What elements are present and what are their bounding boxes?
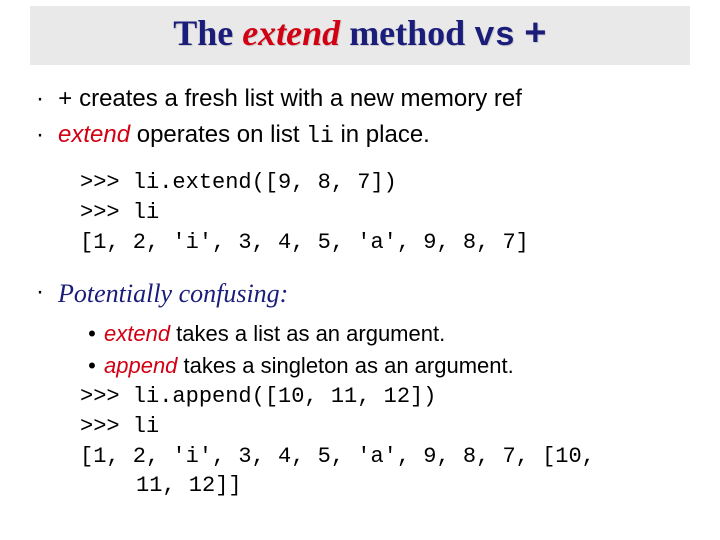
sub-bullet-dot: • [80,319,104,349]
extend-keyword: extend [58,121,130,148]
code-line-continuation: 11, 12]] [80,473,242,498]
sub-bullet-1-rest: takes a list as an argument. [170,321,445,346]
slide-body: · + creates a fresh list with a new memo… [30,65,690,501]
sub-bullet-1-text: extend takes a list as an argument. [104,319,684,349]
potentially-confusing: Potentially confusing: [58,279,288,308]
plus-code: + [58,87,72,114]
bullet-3-text: Potentially confusing: [58,276,684,311]
code-line: >>> li.append([10, 11, 12]) [80,384,436,409]
code-line: [1, 2, 'i', 3, 4, 5, 'a', 9, 8, 7, [10, [80,444,595,469]
bullet-1: · + creates a fresh list with a new memo… [36,83,684,117]
sub-bullet-1: • extend takes a list as an argument. [80,319,684,349]
slide: The extend method vs + · + creates a fre… [0,0,720,540]
code-line: >>> li.extend([9, 8, 7]) [80,170,397,195]
sub-bullet-2: • append takes a singleton as an argumen… [80,351,684,381]
title-part-2: method [340,13,474,53]
title-plus: + [524,14,547,57]
code-line: >>> li [80,200,159,225]
sub-bullet-list: • extend takes a list as an argument. • … [80,319,684,380]
bullet-1-rest: creates a fresh list with a new memory r… [72,85,521,112]
li-code: li [306,123,334,149]
title-vs: vs [474,18,515,56]
code-line: >>> li [80,414,159,439]
bullet-dot: · [36,83,58,117]
title-part-1: The [173,13,242,53]
code-line: [1, 2, 'i', 3, 4, 5, 'a', 9, 8, 7] [80,230,529,255]
extend-keyword: extend [104,321,170,346]
slide-title: The extend method vs + [173,13,547,53]
bullet-2-mid: operates on list [130,121,306,148]
bullet-dot: · [36,119,58,152]
code-block-extend: >>> li.extend([9, 8, 7]) >>> li [1, 2, '… [80,168,684,257]
bullet-2: · extend operates on list li in place. [36,119,684,152]
bullet-2-end: in place. [334,121,430,148]
sub-bullet-2-text: append takes a singleton as an argument. [104,351,684,381]
sub-bullet-dot: • [80,351,104,381]
title-spacer [515,13,524,53]
bullet-3: · Potentially confusing: [36,276,684,311]
code-block-append: >>> li.append([10, 11, 12]) >>> li [1, 2… [80,382,684,501]
title-keyword-extend: extend [242,13,340,53]
bullet-1-text: + creates a fresh list with a new memory… [58,83,684,117]
title-bar: The extend method vs + [30,6,690,65]
append-keyword: append [104,353,177,378]
bullet-dot: · [36,276,58,311]
sub-bullet-2-rest: takes a singleton as an argument. [177,353,513,378]
bullet-2-text: extend operates on list li in place. [58,119,684,152]
